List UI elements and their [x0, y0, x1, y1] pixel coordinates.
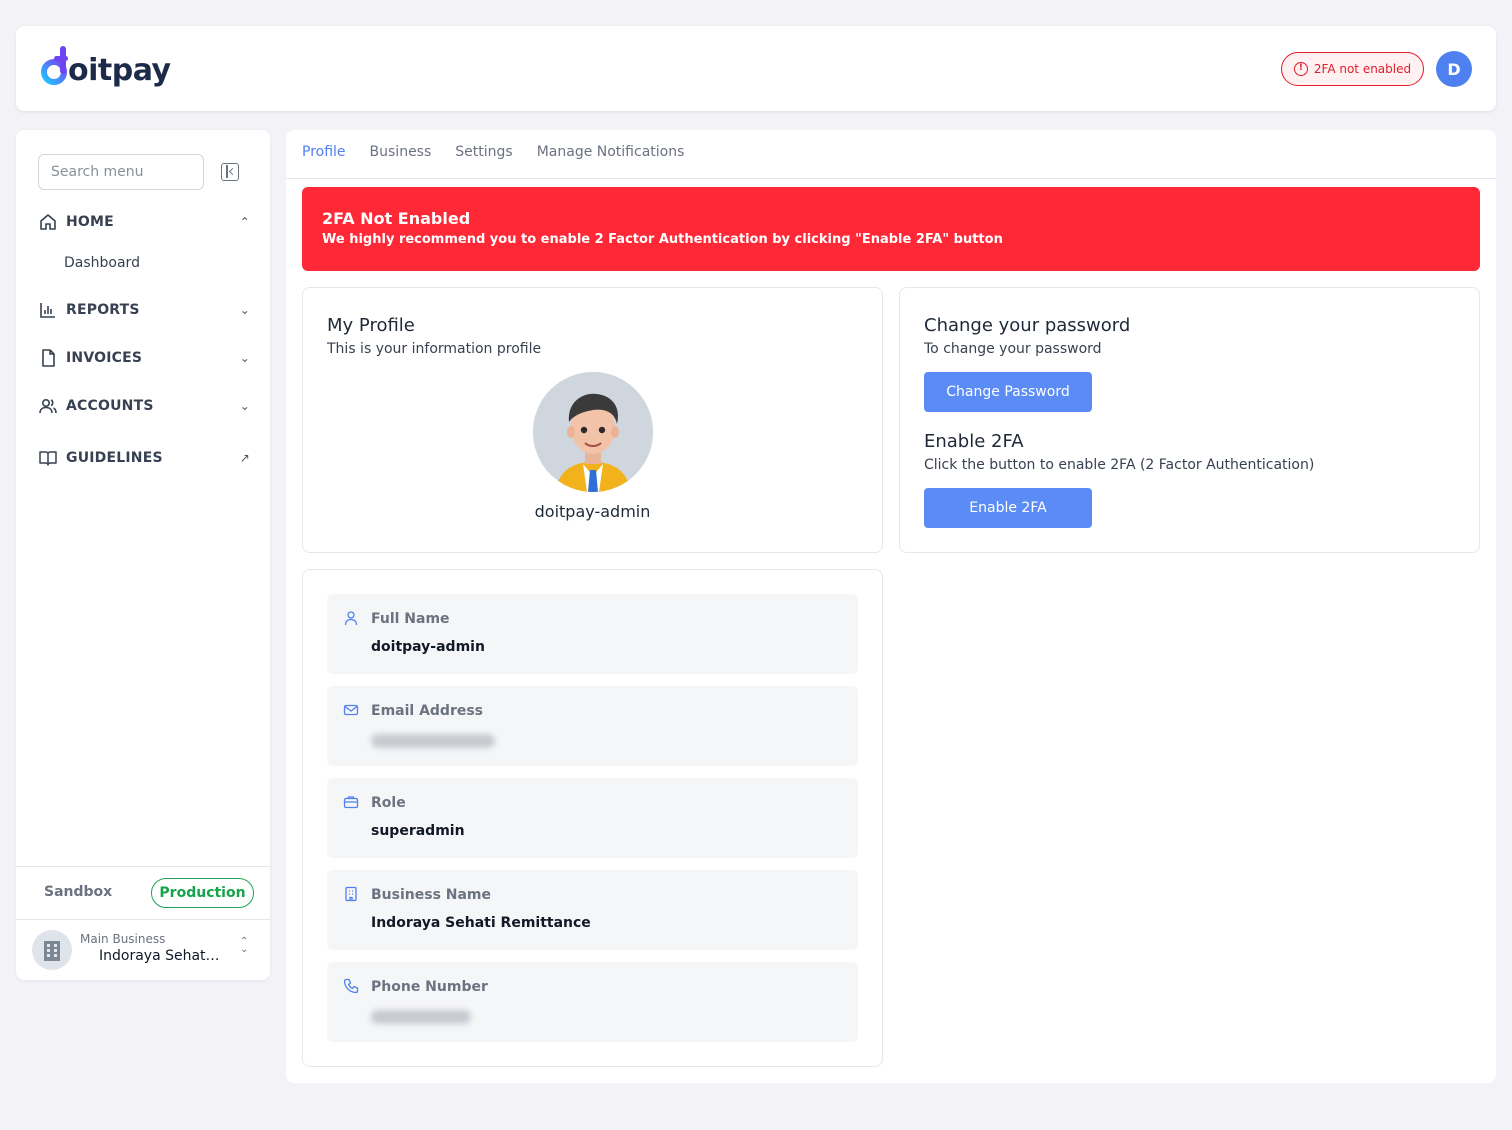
bar-chart-icon [38, 300, 58, 320]
tab-profile[interactable]: Profile [302, 144, 346, 170]
info-value: doitpay-admin [371, 639, 485, 655]
business-label: Main Business [80, 932, 166, 946]
alert-title: 2FA Not Enabled [322, 209, 471, 228]
sidebar-item-label: GUIDELINES [66, 450, 163, 466]
alert-circle-icon: ! [1293, 62, 1308, 76]
sidebar-item-reports[interactable]: REPORTS ⌄ [38, 298, 252, 322]
info-label: Business Name [371, 887, 492, 903]
main-content: Profile Business Settings Manage Notific… [286, 130, 1496, 1083]
mail-icon [343, 704, 359, 716]
building-image-icon [44, 941, 60, 961]
twofa-alert-banner: 2FA Not Enabled We highly recommend you … [302, 187, 1480, 271]
blurred-email-value [371, 734, 495, 748]
info-row-role: Role superadmin [327, 778, 858, 858]
sidebar-item-invoices[interactable]: INVOICES ⌄ [38, 346, 252, 370]
profile-title: My Profile [327, 315, 415, 336]
info-row-email: Email Address [327, 686, 858, 766]
book-icon [38, 448, 58, 468]
profile-info-card: Full Name doitpay-admin Email Address Ro… [302, 569, 883, 1067]
briefcase-icon [343, 796, 359, 809]
sidebar-item-accounts[interactable]: ACCOUNTS ⌄ [38, 394, 252, 418]
info-row-phone: Phone Number [327, 962, 858, 1042]
twofa-badge-label: 2FA not enabled [1313, 62, 1412, 76]
chevron-up-down-icon[interactable]: ⌃ ⌄ [240, 937, 248, 955]
avatar-illustration-icon [533, 372, 653, 492]
chevron-down-icon: ⌄ [239, 399, 250, 413]
info-label: Full Name [371, 611, 450, 627]
enable-2fa-subtitle: Click the button to enable 2FA (2 Factor… [924, 457, 1315, 473]
sidebar-item-label: INVOICES [66, 350, 143, 366]
home-icon [38, 212, 58, 232]
business-name[interactable]: Indoraya Sehati Remittance [99, 948, 223, 964]
info-value: superadmin [371, 823, 465, 839]
users-icon [38, 396, 58, 416]
info-label: Email Address [371, 703, 484, 719]
env-production-button[interactable]: Production [151, 878, 254, 908]
info-row-full-name: Full Name doitpay-admin [327, 594, 858, 674]
twofa-status-badge[interactable]: ! 2FA not enabled [1281, 52, 1424, 86]
profile-avatar [533, 372, 653, 492]
blurred-phone-value [371, 1010, 471, 1024]
enable-2fa-button[interactable]: Enable 2FA [924, 488, 1092, 528]
business-avatar [32, 930, 72, 970]
info-row-business-name: Business Name Indoraya Sehati Remittance [327, 870, 858, 950]
collapse-sidebar-icon[interactable] [221, 163, 239, 181]
user-icon [344, 611, 358, 626]
info-label: Role [371, 795, 406, 811]
profile-subtitle: This is your information profile [327, 341, 542, 357]
tab-business[interactable]: Business [370, 144, 432, 170]
sidebar: HOME ⌃ Dashboard REPORTS ⌄ INVOICES ⌄ AC… [16, 130, 270, 980]
sidebar-item-label: REPORTS [66, 302, 140, 318]
password-card: Change your password To change your pass… [899, 287, 1480, 553]
logo-mark-icon [41, 46, 68, 85]
divider [16, 866, 270, 867]
tab-settings[interactable]: Settings [455, 144, 512, 170]
password-subtitle: To change your password [924, 341, 1102, 357]
file-icon [38, 348, 58, 368]
search-menu-input[interactable] [38, 154, 204, 190]
sidebar-item-home[interactable]: HOME ⌃ [38, 210, 252, 234]
user-avatar[interactable]: D [1436, 51, 1472, 87]
building-icon [345, 886, 357, 902]
env-sandbox-button[interactable]: Sandbox [44, 884, 112, 900]
chevron-down-icon: ⌄ [239, 351, 250, 365]
sidebar-item-guidelines[interactable]: GUIDELINES ↗ [38, 446, 252, 470]
profile-username: doitpay-admin [534, 502, 651, 521]
doitpay-logo[interactable]: oitpay [40, 44, 171, 90]
info-label: Phone Number [371, 979, 488, 995]
divider [16, 919, 270, 920]
profile-card: My Profile This is your information prof… [302, 287, 883, 553]
tab-manage-notifications[interactable]: Manage Notifications [537, 144, 685, 170]
tab-divider [286, 178, 1496, 179]
sidebar-item-label: HOME [66, 214, 114, 230]
change-password-button[interactable]: Change Password [924, 372, 1092, 412]
enable-2fa-title: Enable 2FA [924, 431, 1024, 452]
chevron-up-icon: ⌃ [239, 215, 250, 229]
info-value: Indoraya Sehati Remittance [371, 915, 591, 931]
sidebar-subitem-dashboard[interactable]: Dashboard [64, 255, 140, 271]
password-title: Change your password [924, 315, 1131, 336]
tab-bar: Profile Business Settings Manage Notific… [302, 144, 684, 170]
sidebar-item-label: ACCOUNTS [66, 398, 154, 414]
top-bar: oitpay ! 2FA not enabled D [16, 26, 1496, 111]
logo-text: oitpay [68, 52, 171, 88]
external-link-icon: ↗ [239, 451, 250, 465]
phone-icon [343, 978, 359, 994]
alert-text: We highly recommend you to enable 2 Fact… [322, 232, 1003, 247]
chevron-down-icon: ⌄ [239, 303, 250, 317]
